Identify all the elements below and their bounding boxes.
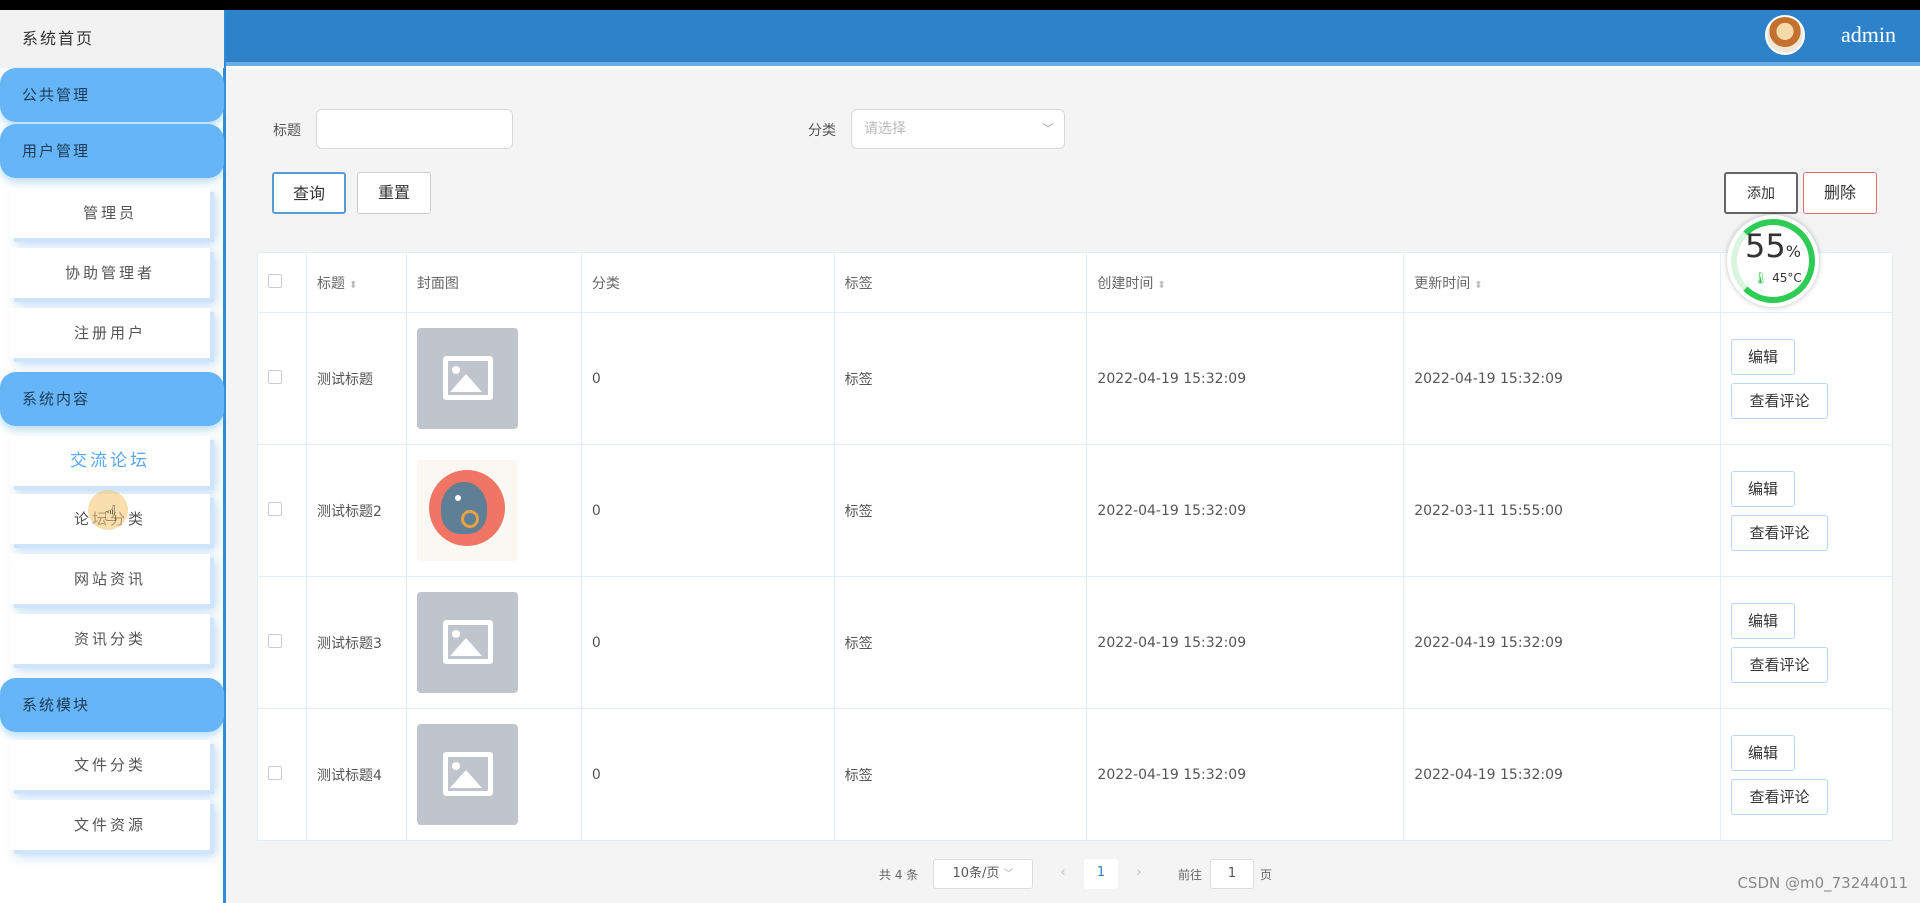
row-checkbox[interactable] bbox=[268, 369, 282, 384]
row-created: 2022-04-19 15:32:09 bbox=[1086, 576, 1405, 709]
edit-button[interactable]: 编辑 bbox=[1730, 734, 1795, 771]
col-created[interactable]: 创建时间 ⬍ bbox=[1086, 252, 1405, 313]
table-header-row: 标题 ⬍ 封面图 分类 标签 创建时间 ⬍ 更新时间 ⬍ bbox=[257, 252, 1894, 313]
row-tag: 标签 bbox=[833, 444, 1088, 577]
title-filter-label: 标题 bbox=[273, 123, 301, 139]
table-row: 测试标题3 0 标签 2022-04-19 15:32:09 2022-04-1… bbox=[257, 576, 1894, 709]
row-checkbox[interactable] bbox=[268, 633, 282, 648]
next-page-button[interactable]: › bbox=[1124, 859, 1154, 889]
sidebar-item-news-category[interactable]: 资讯分类 bbox=[10, 614, 210, 664]
view-comments-button[interactable]: 查看评论 bbox=[1730, 646, 1828, 683]
row-updated: 2022-03-11 15:55:00 bbox=[1403, 444, 1721, 577]
sidebar-item-file-resource[interactable]: 文件资源 bbox=[10, 800, 210, 850]
prev-page-button[interactable]: ‹ bbox=[1048, 859, 1078, 889]
cover-placeholder-image bbox=[416, 328, 518, 429]
row-category: 0 bbox=[580, 708, 835, 841]
row-title: 测试标题2 bbox=[305, 444, 407, 577]
category-select[interactable]: 请选择 ﹀ bbox=[851, 109, 1065, 149]
sort-icon[interactable]: ⬍ bbox=[1157, 280, 1165, 291]
sidebar-item-assistant[interactable]: 协助管理者 bbox=[10, 248, 210, 298]
add-button[interactable]: 添加 bbox=[1724, 172, 1798, 214]
table-row: 测试标题 0 标签 2022-04-19 15:32:09 2022-04-19… bbox=[257, 312, 1894, 445]
row-tag: 标签 bbox=[833, 576, 1088, 709]
thermometer-icon: 🌡 bbox=[1753, 271, 1769, 285]
delete-button[interactable]: 删除 bbox=[1803, 172, 1877, 214]
view-comments-button[interactable]: 查看评论 bbox=[1730, 514, 1828, 551]
row-title: 测试标题3 bbox=[305, 576, 407, 709]
row-category: 0 bbox=[580, 576, 835, 709]
sidebar-home[interactable]: 系统首页 bbox=[0, 10, 224, 68]
avatar[interactable] bbox=[1765, 15, 1805, 55]
row-updated: 2022-04-19 15:32:09 bbox=[1403, 708, 1721, 841]
sidebar-item-registered-users[interactable]: 注册用户 bbox=[10, 308, 210, 358]
image-icon bbox=[442, 752, 493, 796]
row-checkbox[interactable] bbox=[268, 501, 282, 516]
row-title: 测试标题4 bbox=[305, 708, 407, 841]
sidebar-item-file-category[interactable]: 文件分类 bbox=[10, 740, 210, 790]
col-cover: 封面图 bbox=[405, 252, 582, 313]
row-title: 测试标题 bbox=[305, 312, 407, 445]
sidebar-item-forum[interactable]: 交流论坛 bbox=[10, 436, 210, 486]
view-comments-button[interactable]: 查看评论 bbox=[1730, 382, 1828, 419]
system-monitor-gauge[interactable]: 55% 🌡 45°C bbox=[1727, 215, 1819, 307]
select-all-cell bbox=[257, 252, 307, 313]
title-filter-input[interactable] bbox=[316, 109, 513, 149]
view-comments-button[interactable]: 查看评论 bbox=[1730, 778, 1828, 815]
gauge-percent: 55% bbox=[1745, 227, 1801, 265]
category-filter-label: 分类 bbox=[808, 123, 836, 139]
hand-cursor-icon: ☝ bbox=[104, 502, 118, 527]
cover-placeholder-image bbox=[416, 724, 518, 825]
goto-page-input[interactable]: 1 bbox=[1210, 859, 1254, 889]
col-title[interactable]: 标题 ⬍ bbox=[305, 252, 407, 313]
top-strip bbox=[0, 0, 1920, 16]
sidebar-item-news[interactable]: 网站资讯 bbox=[10, 554, 210, 604]
sort-icon[interactable]: ⬍ bbox=[349, 280, 357, 291]
table-row: 测试标题4 0 标签 2022-04-19 15:32:09 2022-04-1… bbox=[257, 708, 1894, 841]
col-category: 分类 bbox=[580, 252, 835, 313]
forum-table: 标题 ⬍ 封面图 分类 标签 创建时间 ⬍ 更新时间 ⬍ 测试标题 0 标签 2022… bbox=[257, 252, 1894, 841]
watermark: CSDN @m0_73244011 bbox=[1737, 874, 1908, 892]
row-updated: 2022-04-19 15:32:09 bbox=[1403, 576, 1721, 709]
table-row: 测试标题2 0 标签 2022-04-19 15:32:09 2022-03-1… bbox=[257, 444, 1894, 577]
row-checkbox[interactable] bbox=[268, 765, 282, 780]
edit-button[interactable]: 编辑 bbox=[1730, 602, 1795, 639]
row-tag: 标签 bbox=[833, 708, 1088, 841]
row-tag: 标签 bbox=[833, 312, 1088, 445]
sidebar-group-content[interactable]: 系统内容 bbox=[0, 372, 224, 426]
page-number-1[interactable]: 1 bbox=[1084, 859, 1118, 889]
username[interactable]: admin bbox=[1841, 22, 1896, 48]
goto-label: 前往 bbox=[1178, 868, 1203, 882]
row-created: 2022-04-19 15:32:09 bbox=[1086, 312, 1405, 445]
page-suffix: 页 bbox=[1260, 868, 1273, 882]
top-header: admin bbox=[226, 10, 1920, 66]
row-updated: 2022-04-19 15:32:09 bbox=[1403, 312, 1721, 445]
col-updated[interactable]: 更新时间 ⬍ bbox=[1403, 252, 1721, 313]
row-category: 0 bbox=[580, 444, 835, 577]
cover-placeholder-image bbox=[416, 592, 518, 693]
sidebar-group-modules[interactable]: 系统模块 bbox=[0, 678, 224, 732]
select-all-checkbox[interactable] bbox=[268, 273, 282, 288]
page-size-select[interactable]: 10条/页 ﹀ bbox=[933, 859, 1033, 889]
image-icon bbox=[442, 620, 493, 664]
col-tag: 标签 bbox=[833, 252, 1088, 313]
category-select-placeholder: 请选择 bbox=[864, 121, 906, 137]
sidebar: 系统首页 公共管理 用户管理 管理员 协助管理者 注册用户 系统内容 交流论坛 … bbox=[0, 10, 226, 903]
sidebar-group-public[interactable]: 公共管理 bbox=[0, 68, 224, 122]
row-created: 2022-04-19 15:32:09 bbox=[1086, 444, 1405, 577]
pagination-total: 共 4 条 bbox=[879, 868, 919, 882]
row-created: 2022-04-19 15:32:09 bbox=[1086, 708, 1405, 841]
edit-button[interactable]: 编辑 bbox=[1730, 470, 1795, 507]
image-icon bbox=[442, 356, 493, 400]
sidebar-group-users[interactable]: 用户管理 bbox=[0, 124, 224, 178]
sort-icon[interactable]: ⬍ bbox=[1474, 280, 1482, 291]
cover-bird-image bbox=[416, 460, 518, 561]
reset-button[interactable]: 重置 bbox=[357, 172, 431, 214]
sidebar-item-admin[interactable]: 管理员 bbox=[10, 188, 210, 238]
edit-button[interactable]: 编辑 bbox=[1730, 338, 1795, 375]
chevron-down-icon: ﹀ bbox=[1041, 122, 1054, 136]
row-category: 0 bbox=[580, 312, 835, 445]
query-button[interactable]: 查询 bbox=[272, 172, 346, 214]
gauge-temperature: 🌡 45°C bbox=[1753, 271, 1802, 285]
